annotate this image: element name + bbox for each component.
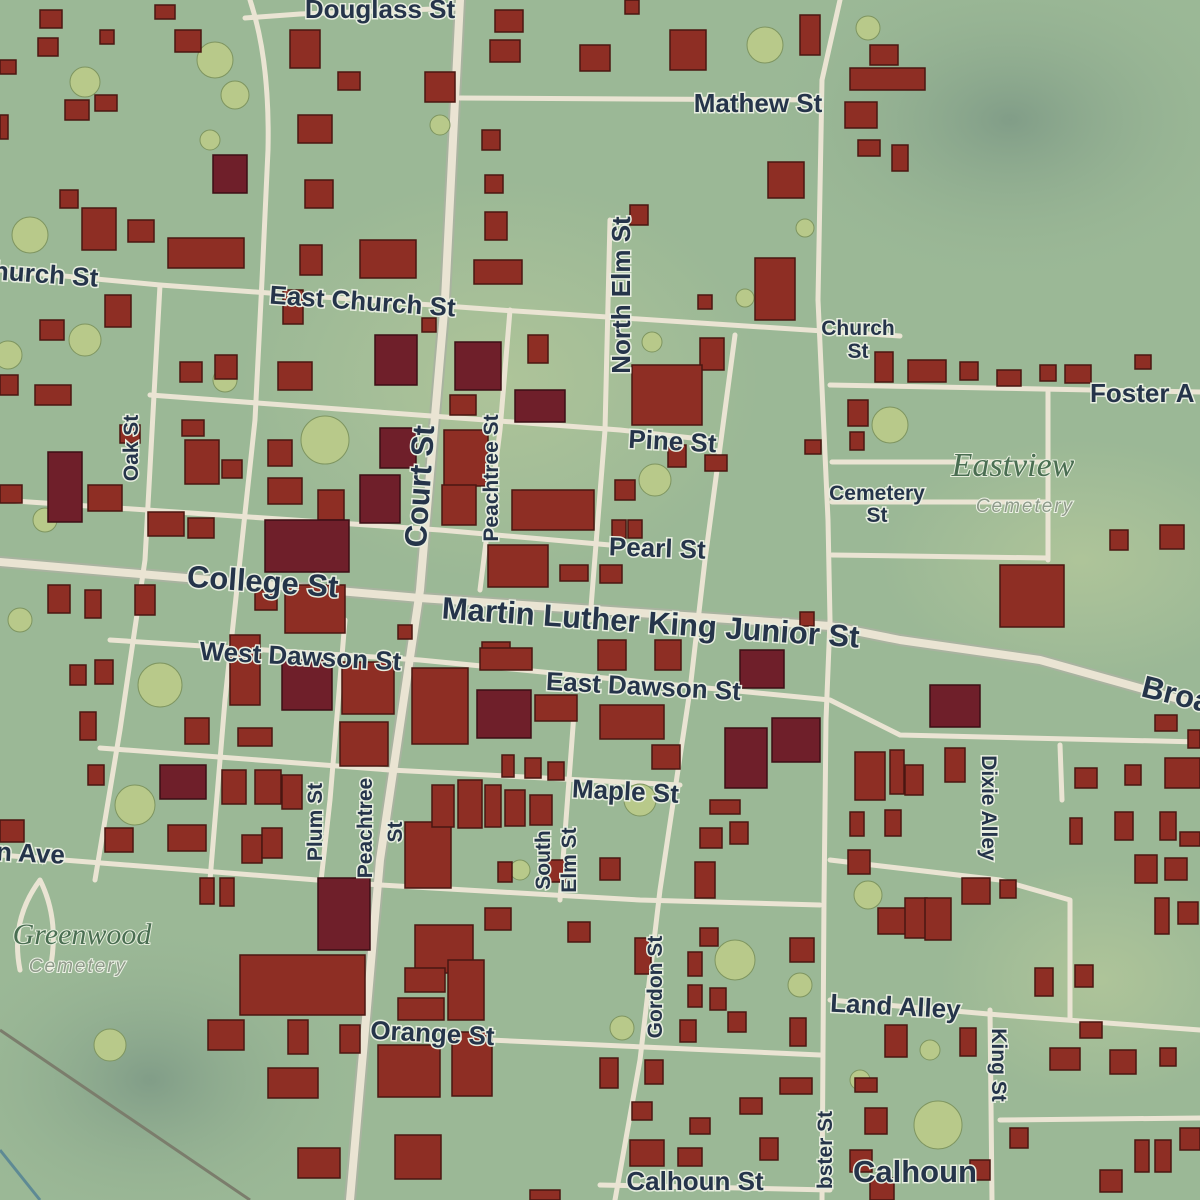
street-label-gordon[interactable]: Gordon St [643,934,669,1040]
street-label-south-elm-line1[interactable]: South [531,829,557,891]
street-label-pine[interactable]: Pine St [626,422,719,460]
street-label-king[interactable]: King St [986,1027,1012,1104]
street-label-north-elm[interactable]: North Elm St [605,214,638,375]
eastview-cemetery-type: Cemetery [976,496,1074,517]
street-label-peachtree-south-line1[interactable]: Peachtree [353,776,379,879]
street-label-church-east-line2[interactable]: St [846,339,870,365]
street-label-webster[interactable]: bster St [813,1109,839,1190]
street-label-oak[interactable]: Oak St [119,413,145,483]
street-label-pearl[interactable]: Pearl St [607,530,708,566]
street-label-church-east-line1[interactable]: Church [820,316,897,342]
street-label-dixie-alley[interactable]: Dixie Alley [976,754,1002,863]
street-label-calhoun-east[interactable]: Calhoun [852,1153,979,1191]
street-label-cemetery-line1[interactable]: Cemetery [828,481,927,507]
street-label-mathew[interactable]: Mathew St [692,87,824,120]
street-label-maple[interactable]: Maple St [570,772,682,811]
street-label-calhoun[interactable]: Calhoun St [625,1165,766,1198]
street-label-avenue-west[interactable]: n Ave [0,835,67,872]
greenwood-cemetery-name: Greenwood [13,918,153,951]
street-label-south-elm-line2[interactable]: Elm St [557,826,583,894]
street-label-peachtree-south-line2[interactable]: St [383,820,409,844]
street-label-douglass[interactable]: Douglass St [303,0,457,26]
street-label-foster[interactable]: Foster A [1089,377,1197,410]
town-map[interactable]: Eastview Cemetery Greenwood Cemetery Dou… [0,0,1200,1200]
street-label-plum[interactable]: Plum St [303,781,329,862]
greenwood-cemetery-type: Cemetery [29,956,127,977]
street-label-peachtree-north[interactable]: Peachtree St [479,413,505,543]
eastview-cemetery-name: Eastview [951,447,1075,484]
street-label-cemetery-line2[interactable]: St [865,503,889,529]
